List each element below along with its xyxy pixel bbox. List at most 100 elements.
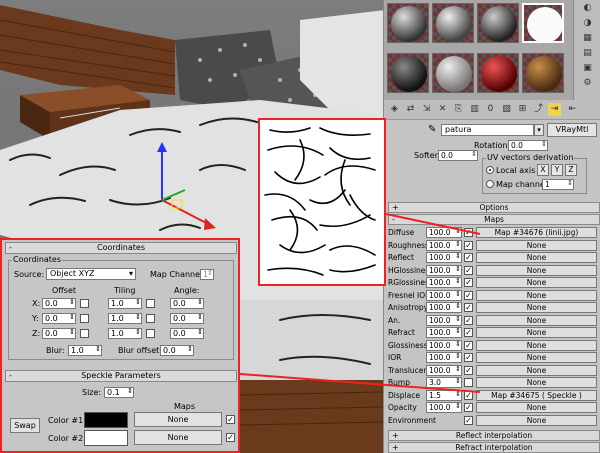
angle-spinner[interactable]: 0.0	[170, 328, 204, 339]
map-amount-spinner[interactable]: 100.0	[426, 227, 462, 238]
options-icon[interactable]: ⚙	[578, 78, 597, 90]
material-slot[interactable]	[477, 3, 519, 43]
reset-map-icon[interactable]: ✕	[436, 103, 449, 116]
map-enable-checkbox[interactable]: ✓	[464, 403, 473, 412]
swap-button[interactable]: Swap	[10, 418, 40, 433]
map-enable-checkbox[interactable]: ✓	[464, 353, 473, 362]
tile-checkbox[interactable]	[146, 314, 155, 323]
material-slot[interactable]	[522, 53, 564, 93]
map-enable-checkbox[interactable]: ✓	[464, 390, 473, 400]
select-by-material-icon[interactable]: ⇤	[566, 103, 579, 116]
map-slot-button[interactable]: None	[476, 277, 597, 288]
mirror-checkbox[interactable]	[80, 314, 89, 323]
offset-spinner[interactable]: 0.0	[42, 328, 76, 339]
rotation-spinner[interactable]: 0.0	[508, 140, 548, 151]
map-enable-checkbox[interactable]: ✓	[464, 328, 473, 337]
mirror-checkbox[interactable]	[80, 329, 89, 338]
material-slot[interactable]	[477, 53, 519, 93]
offset-spinner[interactable]: 0.0	[42, 313, 76, 324]
map-slot-button[interactable]: None	[476, 314, 597, 326]
map-slot-button[interactable]: None	[476, 239, 597, 251]
map-enable-checkbox[interactable]: ✓	[464, 415, 473, 425]
map-slot-button[interactable]: Map #34675 ( Speckle )	[476, 389, 597, 401]
map-enable-checkbox[interactable]: ✓	[464, 253, 473, 262]
get-material-icon[interactable]: ◈	[388, 103, 401, 116]
options-rollout[interactable]: + Options	[388, 202, 600, 213]
map-amount-spinner[interactable]: 100.0	[426, 252, 462, 263]
speckle-rollout[interactable]: - Speckle Parameters	[5, 370, 237, 382]
put-to-library-icon[interactable]: ▥	[468, 103, 481, 116]
map-amount-spinner[interactable]: 100.0	[426, 364, 462, 376]
tile-checkbox[interactable]	[146, 299, 155, 308]
map-enable-checkbox[interactable]: ✓	[464, 278, 473, 287]
eyedropper-icon[interactable]: ✎	[428, 124, 436, 135]
material-slot[interactable]	[432, 3, 474, 43]
maps-rollout[interactable]: - Maps	[388, 214, 600, 225]
size-spinner[interactable]: 0.1	[104, 387, 134, 398]
backlight-icon[interactable]: ◑	[578, 18, 597, 30]
map-slot-button[interactable]: None	[476, 352, 597, 363]
color2-map-button[interactable]: None	[134, 430, 222, 445]
source-dropdown[interactable]: Object XYZ	[46, 268, 136, 280]
map-channel-spinner[interactable]: 1	[542, 179, 574, 190]
assign-to-selection-icon[interactable]: ⇲	[420, 103, 433, 116]
material-id-icon[interactable]: 0	[484, 103, 497, 116]
map-amount-spinner[interactable]: 100.0	[426, 302, 462, 313]
map-amount-spinner[interactable]: 100.0	[426, 402, 462, 413]
map-amount-spinner[interactable]: 100.0	[426, 327, 462, 338]
map-slot-button[interactable]: None	[476, 402, 597, 413]
map-amount-spinner[interactable]: 100.0	[426, 339, 462, 351]
map-slot-button[interactable]: None	[476, 302, 597, 313]
map-slot-button[interactable]: None	[476, 289, 597, 301]
mirror-checkbox[interactable]	[80, 299, 89, 308]
map-slot-button[interactable]: Map #34676 (linii.jpg)	[476, 227, 597, 238]
color2-map-checkbox[interactable]: ✓	[226, 433, 235, 442]
map-enable-checkbox[interactable]: ✓	[464, 265, 473, 275]
axis-y-button[interactable]: Y	[551, 164, 563, 176]
local-axis-radio[interactable]	[486, 166, 494, 174]
map-enable-checkbox[interactable]: ✓	[464, 303, 473, 312]
material-slot[interactable]	[387, 3, 429, 43]
axis-x-button[interactable]: X	[537, 164, 549, 176]
map-amount-spinner[interactable]: 100.0	[426, 277, 462, 288]
map-enable-checkbox[interactable]: ✓	[464, 240, 473, 250]
map-slot-button[interactable]: None	[476, 264, 597, 276]
tile-checkbox[interactable]	[146, 329, 155, 338]
map-enable-checkbox[interactable]: ✓	[464, 340, 473, 350]
tiling-spinner[interactable]: 1.0	[108, 298, 142, 309]
video-check-icon[interactable]: ▣	[578, 63, 597, 75]
make-unique-icon[interactable]: ⎘	[452, 103, 465, 116]
map-slot-button[interactable]: None	[476, 414, 597, 426]
axis-z-button[interactable]: Z	[565, 164, 577, 176]
map-amount-spinner[interactable]: 100.0	[426, 314, 462, 326]
map-amount-spinner[interactable]: 100.0	[426, 289, 462, 301]
show-map-icon[interactable]: ▨	[500, 103, 513, 116]
map-enable-checkbox[interactable]	[464, 378, 473, 387]
map-amount-spinner[interactable]: 100.0	[426, 352, 462, 363]
angle-spinner[interactable]: 0.0	[170, 313, 204, 324]
show-end-result-icon[interactable]: ⊞	[516, 103, 529, 116]
tiling-spinner[interactable]: 1.0	[108, 328, 142, 339]
angle-spinner[interactable]: 0.0	[170, 298, 204, 309]
go-to-parent-icon[interactable]: ⤴	[532, 103, 545, 116]
reflect-interp-rollout[interactable]: + Reflect interpolation	[388, 430, 600, 441]
map-enable-checkbox[interactable]: ✓	[464, 228, 473, 237]
color1-map-button[interactable]: None	[134, 412, 222, 427]
map-channel-radio[interactable]	[486, 180, 494, 188]
material-type-button[interactable]: VRayMtl	[547, 123, 597, 137]
color1-swatch[interactable]	[84, 412, 128, 428]
background-icon[interactable]: ▦	[578, 33, 597, 45]
soften-spinner[interactable]: 0.0	[438, 150, 478, 161]
coordinates-rollout[interactable]: - Coordinates	[5, 242, 237, 254]
tiling-spinner[interactable]: 1.0	[108, 313, 142, 324]
map-amount-spinner[interactable]: 3.0	[426, 377, 462, 388]
map-slot-button[interactable]: None	[476, 377, 597, 388]
map-enable-checkbox[interactable]: ✓	[464, 290, 473, 300]
map-slot-button[interactable]: None	[476, 327, 597, 338]
map-slot-button[interactable]: None	[476, 364, 597, 376]
map-slot-button[interactable]: None	[476, 252, 597, 263]
material-slot[interactable]	[432, 53, 474, 93]
material-slot[interactable]	[387, 53, 429, 93]
material-name-field[interactable]: patura	[441, 124, 534, 136]
map-slot-button[interactable]: None	[476, 339, 597, 351]
